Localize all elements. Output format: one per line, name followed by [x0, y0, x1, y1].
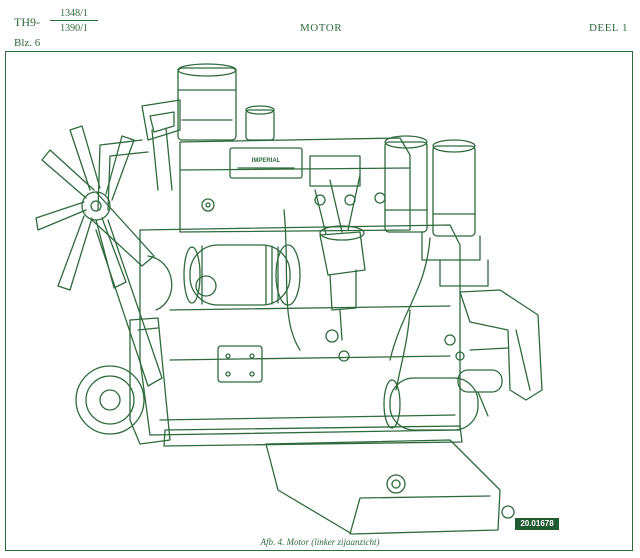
fuel-filter-right	[421, 139, 489, 287]
model-number-bottom: 1390/1	[60, 23, 88, 34]
model-number-top: 1348/1	[50, 8, 98, 21]
engine-block	[139, 224, 463, 447]
maker-plate-text: IMPERIAL	[252, 158, 281, 164]
figure-number-badge: 20.01678	[515, 518, 559, 530]
intake-manifold	[97, 99, 181, 211]
model-numbers: 1348/1 1390/1	[50, 8, 98, 34]
fan-belt	[91, 191, 173, 387]
oil-filter-cap	[245, 105, 275, 141]
air-filter	[177, 63, 237, 141]
model-prefix: TH9-	[14, 15, 40, 29]
section-title: MOTOR	[300, 22, 343, 34]
oil-sump	[265, 439, 515, 535]
distributor	[314, 174, 366, 341]
fuel-lines	[283, 209, 431, 391]
starter-motor	[383, 369, 503, 431]
cooling-fan	[35, 125, 135, 291]
page-number: Blz. 6	[14, 37, 41, 49]
valve-cover: IMPERIAL	[179, 137, 411, 233]
engine-illustration: IMPERIAL	[35, 63, 543, 535]
fuel-filter-left	[384, 135, 428, 233]
figure-caption: Afb. 4. Motor (linker zijaanzicht)	[260, 537, 380, 547]
generator	[183, 244, 301, 306]
part-label: DEEL 1	[589, 22, 628, 34]
manual-page: TH9- 1348/1 1390/1 Blz. 6 MOTOR DEEL 1 I…	[0, 0, 640, 558]
exhaust-manifold	[459, 289, 543, 401]
block-details	[195, 275, 465, 383]
